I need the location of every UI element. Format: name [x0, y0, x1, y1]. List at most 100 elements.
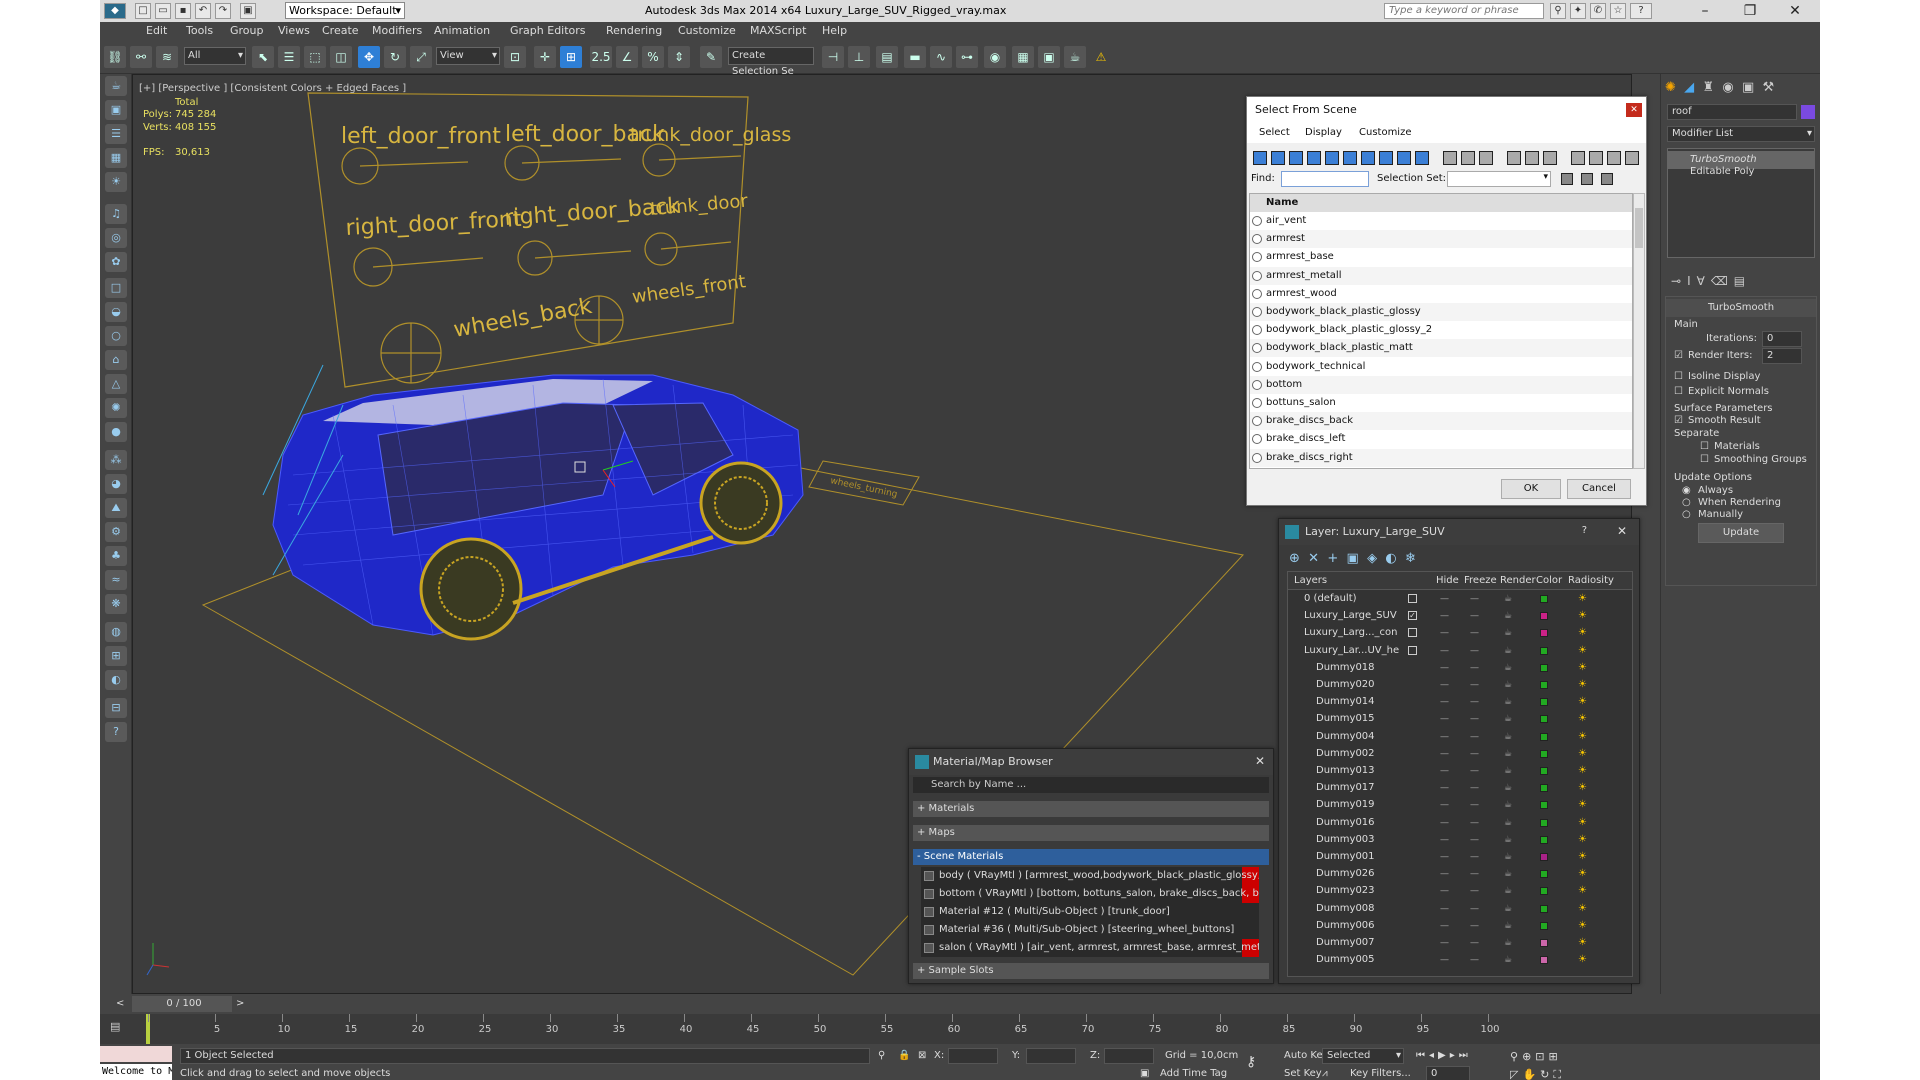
spinner-snap-icon[interactable]: ⇕ [668, 46, 690, 68]
layer-row[interactable]: Luxury_Large_SUV ✓ — — ☕ ☀ [1288, 607, 1632, 625]
list-item[interactable]: armrest_base [1250, 248, 1632, 267]
layer-row[interactable]: Dummy008 — — ☕ ☀ [1288, 900, 1632, 918]
layer-color-swatch[interactable] [1540, 818, 1548, 827]
layer-color-swatch[interactable] [1540, 801, 1548, 810]
bind-spacewarp-icon[interactable]: ≋ [156, 46, 178, 68]
layer-color-swatch[interactable] [1540, 904, 1548, 913]
drop-icon[interactable]: ◕ [105, 474, 127, 494]
rollup-sample-slots[interactable]: + Sample Slots [913, 963, 1269, 979]
render-toggle[interactable]: ☕ [1504, 796, 1512, 814]
filter-extra-icon[interactable] [1625, 151, 1639, 165]
layer-color-swatch[interactable] [1540, 663, 1548, 672]
object-list[interactable]: Name air_vent armrest armrest_base armrest_… [1249, 193, 1633, 469]
radiosity-icon[interactable]: ☀ [1578, 848, 1587, 866]
close-icon[interactable]: ✕ [1626, 103, 1642, 117]
radiosity-icon[interactable]: ☀ [1578, 882, 1587, 900]
layer-row[interactable]: Dummy001 — — ☕ ☀ [1288, 848, 1632, 866]
hide-toggle[interactable]: — [1440, 762, 1449, 780]
material-editor-icon[interactable]: ◉ [984, 46, 1006, 68]
layer-color-swatch[interactable] [1540, 681, 1548, 689]
zoom-all-icon[interactable]: ⊕ [1522, 1050, 1535, 1063]
radiosity-icon[interactable]: ☀ [1578, 865, 1587, 883]
render-toggle[interactable]: ☕ [1504, 590, 1512, 608]
hide-toggle[interactable]: — [1440, 900, 1449, 918]
find-input[interactable] [1281, 171, 1369, 187]
y-field[interactable] [1026, 1048, 1076, 1064]
display-hierarchy-icon[interactable] [1507, 151, 1521, 165]
helpers-filter-icon[interactable] [1325, 151, 1339, 165]
freeze-toggle[interactable]: — [1470, 728, 1479, 746]
new-icon[interactable]: □ [135, 3, 151, 19]
help-icon[interactable]: ? [1630, 3, 1652, 19]
lights-filter-icon[interactable] [1289, 151, 1303, 165]
freeze-toggle[interactable]: — [1470, 831, 1479, 849]
transform-icon[interactable]: ⊞ [105, 646, 127, 666]
binoculars-icon[interactable]: ⚲ [1550, 3, 1566, 19]
layer-row[interactable]: Dummy018 — — ☕ ☀ [1288, 659, 1632, 677]
menu-modifiers[interactable]: Modifiers [372, 24, 422, 37]
update-button[interactable]: Update [1698, 523, 1784, 543]
help-search-input[interactable]: Type a keyword or phrase [1384, 3, 1544, 19]
menu-tools[interactable]: Tools [186, 24, 213, 37]
create-set-icon[interactable] [1561, 173, 1573, 185]
rotate-icon[interactable]: ↻ [384, 46, 406, 68]
freeze-toggle[interactable]: — [1470, 865, 1479, 883]
lock-icon[interactable]: 🔒 [898, 1050, 910, 1061]
layer-row[interactable]: Dummy016 — — ☕ ☀ [1288, 814, 1632, 832]
orbit-icon[interactable]: ↻ [1540, 1068, 1553, 1080]
radiosity-icon[interactable]: ☀ [1578, 710, 1587, 728]
list-item[interactable]: bodywork_technical [1250, 357, 1632, 376]
cameras-filter-icon[interactable] [1307, 151, 1321, 165]
render-toggle[interactable]: ☕ [1504, 659, 1512, 677]
move-icon[interactable]: ✥ [358, 46, 380, 68]
remove-modifier-icon[interactable]: ⌫ [1711, 274, 1734, 288]
app-logo-icon[interactable]: ◆ [104, 3, 126, 19]
help-button[interactable]: ? [1582, 525, 1587, 536]
scene-material-item[interactable]: body ( VRayMtl ) [armrest_wood,bodywork_… [921, 867, 1259, 885]
layer-color-swatch[interactable] [1540, 732, 1548, 741]
mountain-icon[interactable]: ⛰ [105, 498, 127, 518]
current-frame-field[interactable]: 0 [1426, 1066, 1470, 1080]
current-layer-box[interactable] [1408, 645, 1417, 655]
modifier-stack[interactable]: TurboSmooth Editable Poly [1667, 148, 1815, 258]
layer-color-swatch[interactable] [1540, 629, 1548, 638]
hide-toggle[interactable]: — [1440, 590, 1449, 608]
close-icon[interactable]: ✕ [1780, 2, 1810, 20]
absolute-mode-icon[interactable]: ⊠ [918, 1050, 926, 1061]
geometry-filter-icon[interactable] [1253, 151, 1267, 165]
hierarchy-tab-icon[interactable]: ♜ [1702, 80, 1714, 95]
radiosity-icon[interactable]: ☀ [1578, 693, 1587, 711]
layer-color-swatch[interactable] [1540, 853, 1548, 861]
freeze-toggle[interactable]: — [1470, 745, 1479, 763]
hide-toggle[interactable]: — [1440, 848, 1449, 866]
radiosity-icon[interactable]: ☀ [1578, 676, 1587, 694]
menu-group[interactable]: Group [230, 24, 264, 37]
render-toggle[interactable]: ☕ [1504, 882, 1512, 900]
render-toggle[interactable]: ☕ [1504, 762, 1512, 780]
layer-row[interactable]: Luxury_Lar...UV_he — — ☕ ☀ [1288, 642, 1632, 660]
select-all-icon[interactable] [1443, 151, 1457, 165]
z-field[interactable] [1104, 1048, 1154, 1064]
layer-color-swatch[interactable] [1540, 646, 1548, 655]
schematic-view-icon[interactable]: ⊶ [956, 46, 978, 68]
dome-icon[interactable]: ◒ [105, 302, 127, 322]
ref-coord-dropdown[interactable]: View ▾ [436, 47, 500, 65]
list-item[interactable]: brake_discs_back [1250, 412, 1632, 431]
subscription-icon[interactable]: ✦ [1570, 3, 1586, 19]
menu-animation[interactable]: Animation [434, 24, 490, 37]
pin-icon[interactable]: ⊟ [105, 698, 127, 718]
utilities-tab-icon[interactable]: ⚒ [1763, 80, 1775, 95]
zoom-extents-all-icon[interactable]: ⊞ [1549, 1050, 1562, 1063]
disc-icon[interactable]: ● [105, 422, 127, 442]
freeze-toggle[interactable]: — [1470, 796, 1479, 814]
cone-icon[interactable]: △ [105, 374, 127, 394]
display-children-icon[interactable] [1525, 151, 1539, 165]
select-none-icon[interactable] [1461, 151, 1475, 165]
selected-key-dropdown[interactable]: Selected ▾ [1322, 1048, 1404, 1064]
select-object-icon[interactable]: ⬉ [252, 46, 274, 68]
curve-editor-icon[interactable]: ∿ [930, 46, 952, 68]
keyboard-shortcut-override-icon[interactable]: ⊞ [560, 46, 582, 68]
shapes-filter-icon[interactable] [1271, 151, 1285, 165]
layer-color-swatch[interactable] [1540, 835, 1548, 844]
scene-material-item[interactable]: Material #12 ( Multi/Sub-Object ) [trunk… [921, 903, 1259, 921]
